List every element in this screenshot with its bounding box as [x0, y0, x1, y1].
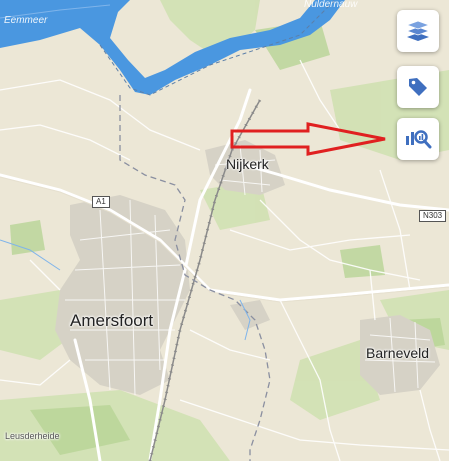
analysis-button[interactable]: [397, 118, 439, 160]
tag-icon: [409, 78, 427, 96]
place-label-leusderheide: Leusderheide: [5, 431, 60, 441]
water-label: Nuldernauw: [304, 0, 358, 10]
layers-button[interactable]: [397, 10, 439, 52]
road-shield-n303: N303: [419, 210, 447, 222]
lake-label: Eemmeer: [4, 15, 48, 26]
city-label-barneveld: Barneveld: [366, 345, 430, 361]
city-label-nijkerk: Nijkerk: [226, 156, 269, 172]
road-shield-a1: A1: [92, 196, 110, 208]
chart-search-icon: [406, 130, 432, 149]
layers-icon: [405, 20, 431, 41]
tags-button[interactable]: [397, 66, 439, 108]
city-label-amersfoort: Amersfoort: [70, 311, 154, 330]
map-canvas[interactable]: [0, 0, 449, 461]
